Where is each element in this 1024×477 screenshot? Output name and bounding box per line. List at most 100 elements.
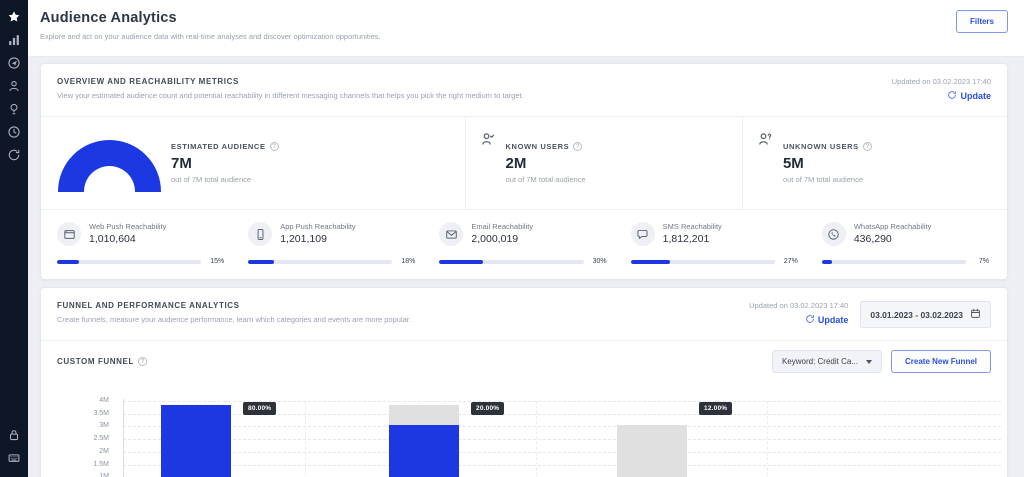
unknown-users-value: 5M xyxy=(783,155,872,172)
reachability-percent: 18% xyxy=(400,258,415,265)
estimated-audience-stat: ESTIMATED AUDIENCE? 7M out of 7M total a… xyxy=(41,117,465,209)
page-title: Audience Analytics xyxy=(40,10,381,26)
keyword-dropdown[interactable]: Keyword: Credit Ca... xyxy=(772,350,882,373)
funnel-card: FUNNEL AND PERFORMANCE ANALYTICS Create … xyxy=(40,287,1008,477)
calendar-icon xyxy=(970,308,981,321)
reachability-value: 1,010,604 xyxy=(89,233,166,245)
y-axis-tick-label: 2M xyxy=(41,448,109,455)
reachability-value: 1,812,201 xyxy=(663,233,722,245)
filters-button[interactable]: Filters xyxy=(956,10,1008,33)
reachability-metric: SMS Reachability 1,812,201 27% xyxy=(631,222,822,265)
funnel-updated-block: Updated on 03.02.2023 17:40 Update xyxy=(749,301,848,329)
funnel-header-right: Updated on 03.02.2023 17:40 Update 03.01… xyxy=(749,301,991,329)
reachability-label: App Push Reachability xyxy=(280,222,355,231)
reachability-metric: WhatsApp Reachability 436,290 7% xyxy=(822,222,991,265)
y-axis-tick-label: 3.5M xyxy=(41,410,109,417)
custom-funnel-actions: Keyword: Credit Ca... Create New Funnel xyxy=(772,350,991,373)
funnel-card-header: FUNNEL AND PERFORMANCE ANALYTICS Create … xyxy=(41,288,1007,341)
overview-updated-block: Updated on 03.02.2023 17:40 Update xyxy=(892,77,991,105)
funnel-updated-on: Updated on 03.02.2023 17:40 xyxy=(749,301,848,310)
chart-vertical-gridline xyxy=(767,401,768,477)
funnel-bar xyxy=(389,425,459,477)
known-users-label: KNOWN USERS xyxy=(506,142,570,151)
reachability-row: Web Push Reachability 1,010,604 15% App xyxy=(41,209,1007,279)
clock-icon[interactable] xyxy=(0,120,28,143)
y-axis-tick-label: 2.5M xyxy=(41,435,109,442)
reachability-percent: 15% xyxy=(209,258,224,265)
unknown-users-text: UNKNOWN USERS? 5M out of 7M total audien… xyxy=(783,142,872,184)
sidebar-bottom-icons xyxy=(0,423,28,469)
estimated-audience-value: 7M xyxy=(171,155,279,172)
refresh-icon xyxy=(805,314,815,326)
reachability-progress-fill xyxy=(631,260,670,264)
estimated-audience-caption: out of 7M total audience xyxy=(171,175,279,184)
conversion-badge: 80.00% xyxy=(243,402,276,415)
unknown-users-caption: out of 7M total audience xyxy=(783,175,872,184)
create-new-funnel-button[interactable]: Create New Funnel xyxy=(891,350,991,373)
funnel-card-subtitle: Create funnels, measure your audience pe… xyxy=(57,315,411,324)
reachability-metric: App Push Reachability 1,201,109 18% xyxy=(248,222,439,265)
overview-update-label: Update xyxy=(960,91,991,101)
known-users-text: KNOWN USERS? 2M out of 7M total audience xyxy=(506,142,586,184)
overview-card-header-text: OVERVIEW AND REACHABILITY METRICS View y… xyxy=(57,77,524,100)
lock-icon[interactable] xyxy=(0,423,28,446)
reachability-progress-fill xyxy=(439,260,482,264)
estimated-audience-text: ESTIMATED AUDIENCE? 7M out of 7M total a… xyxy=(171,142,279,184)
reachability-label: Web Push Reachability xyxy=(89,222,166,231)
refresh-icon[interactable] xyxy=(0,143,28,166)
reachability-value: 1,201,109 xyxy=(280,233,355,245)
page-header-text: Audience Analytics Explore and act on yo… xyxy=(40,10,381,41)
y-axis-tick-label: 3M xyxy=(41,422,109,429)
y-axis-tick-label: 1.5M xyxy=(41,461,109,468)
info-icon[interactable]: ? xyxy=(138,357,147,366)
reachability-percent: 30% xyxy=(592,258,607,265)
info-icon[interactable]: ? xyxy=(573,142,582,151)
browser-icon xyxy=(57,222,81,246)
sidebar-top-icons xyxy=(0,0,28,166)
refresh-icon xyxy=(947,90,957,102)
chart-vertical-gridline xyxy=(536,401,537,477)
reachability-value: 436,290 xyxy=(854,233,932,245)
star-icon[interactable] xyxy=(0,5,28,28)
lightbulb-icon[interactable] xyxy=(0,97,28,120)
page-subtitle: Explore and act on your audience data wi… xyxy=(40,32,381,41)
users-icon[interactable] xyxy=(0,74,28,97)
page-header: Audience Analytics Explore and act on yo… xyxy=(28,0,1024,57)
unknown-users-icon xyxy=(757,131,773,147)
reachability-value: 2,000,019 xyxy=(471,233,533,245)
funnel-update-link[interactable]: Update xyxy=(805,314,849,326)
known-users-caption: out of 7M total audience xyxy=(506,175,586,184)
overview-card-title: OVERVIEW AND REACHABILITY METRICS xyxy=(57,77,524,86)
main-content: OVERVIEW AND REACHABILITY METRICS View y… xyxy=(28,57,1024,477)
target-icon[interactable] xyxy=(0,51,28,74)
known-users-value: 2M xyxy=(506,155,586,172)
audience-stats-row: ESTIMATED AUDIENCE? 7M out of 7M total a… xyxy=(41,117,1007,209)
reachability-progress xyxy=(248,260,392,264)
info-icon[interactable]: ? xyxy=(863,142,872,151)
funnel-bar xyxy=(161,405,231,477)
overview-update-link[interactable]: Update xyxy=(947,90,991,102)
chart-gridline xyxy=(123,452,1001,453)
reachability-percent: 7% xyxy=(974,258,989,265)
info-icon[interactable]: ? xyxy=(270,142,279,151)
y-axis-tick-label: 1M xyxy=(41,473,109,477)
y-axis-line xyxy=(123,399,124,477)
funnel-card-title: FUNNEL AND PERFORMANCE ANALYTICS xyxy=(57,301,411,310)
keyword-dropdown-value: Keyword: Credit Ca... xyxy=(782,357,858,366)
conversion-badge: 12.00% xyxy=(699,402,732,415)
sidebar xyxy=(0,0,28,477)
chart-gridline xyxy=(123,426,1001,427)
unknown-users-stat: UNKNOWN USERS? 5M out of 7M total audien… xyxy=(742,117,1007,209)
chart-gridline xyxy=(123,465,1001,466)
known-users-stat: KNOWN USERS? 2M out of 7M total audience xyxy=(465,117,742,209)
reachability-percent: 27% xyxy=(783,258,798,265)
date-range-value: 03.01.2023 - 03.02.2023 xyxy=(870,310,963,320)
bar-chart-icon[interactable] xyxy=(0,28,28,51)
grid-icon[interactable] xyxy=(0,446,28,469)
reachability-label: SMS Reachability xyxy=(663,222,722,231)
reachability-metric: Web Push Reachability 1,010,604 15% xyxy=(57,222,248,265)
reachability-label: Email Reachability xyxy=(471,222,533,231)
chart-gridline xyxy=(123,439,1001,440)
overview-card-subtitle: View your estimated audience count and p… xyxy=(57,91,524,100)
date-range-picker[interactable]: 03.01.2023 - 03.02.2023 xyxy=(860,301,991,328)
